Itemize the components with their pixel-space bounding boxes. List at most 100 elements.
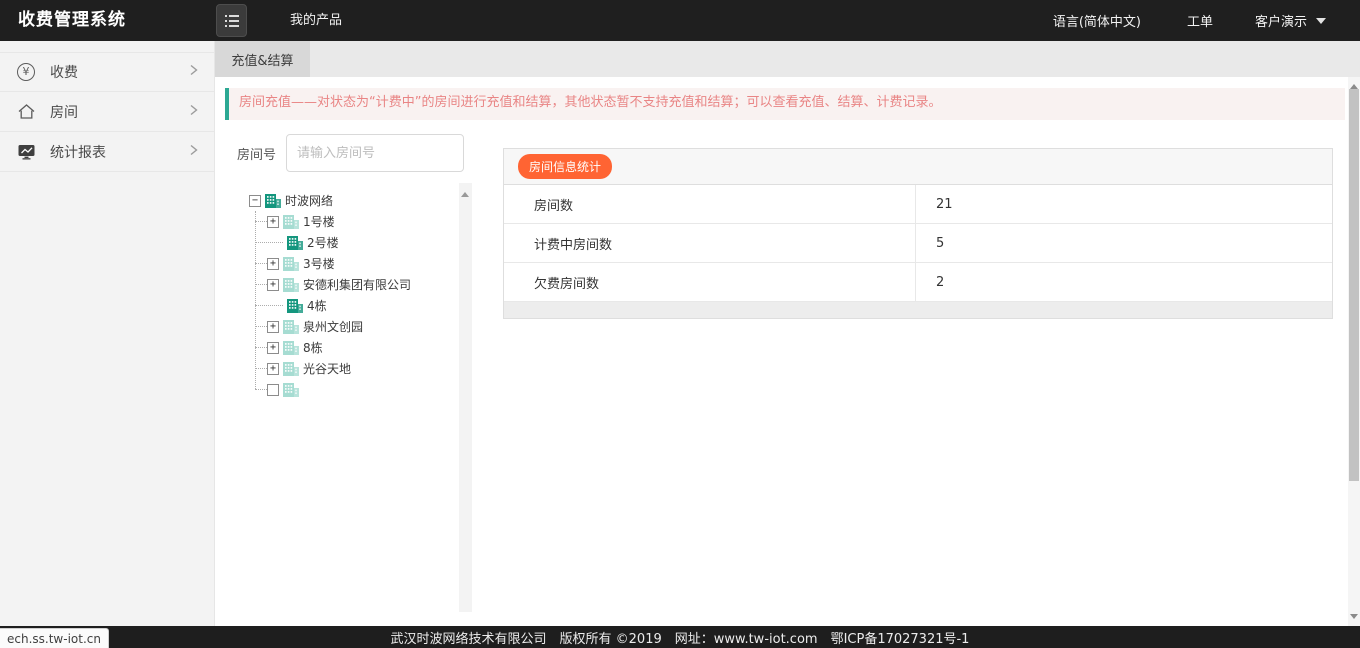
scrollbar-thumb[interactable]: [1349, 89, 1359, 481]
link-status-bubble: ech.ss.tw-iot.cn: [0, 628, 109, 648]
stat-value: 5: [916, 224, 1332, 262]
sidebar-item-reports[interactable]: 统计报表: [0, 132, 214, 172]
tree-expand-toggle[interactable]: +: [267, 342, 279, 354]
scroll-up-icon[interactable]: [1350, 80, 1358, 89]
tree-node-label[interactable]: 时波网络: [285, 192, 333, 209]
account-name: 客户演示: [1255, 11, 1307, 30]
tabbar: 充值&结算: [215, 41, 1360, 77]
tree-node[interactable]: + 3号楼: [237, 253, 472, 274]
tree-node-label[interactable]: 泉州文创园: [303, 318, 363, 335]
tree-node-label[interactable]: 1号楼: [303, 213, 335, 230]
list-icon: [225, 20, 239, 22]
list-icon: [225, 25, 239, 27]
building-icon: [265, 193, 282, 208]
stat-label: 欠费房间数: [504, 263, 916, 301]
chevron-right-icon: [189, 144, 199, 160]
tree-node-label[interactable]: 光谷天地: [303, 360, 351, 377]
tree-expand-toggle[interactable]: +: [267, 321, 279, 333]
sidebar-item-label: 收费: [50, 62, 78, 82]
tree-expand-toggle[interactable]: +: [267, 216, 279, 228]
chevron-right-icon: [189, 104, 199, 120]
tree-connector-line: [255, 389, 267, 390]
yen-circle-icon: ¥: [15, 63, 37, 81]
tree-connector-line: [255, 263, 267, 264]
list-icon: [225, 15, 239, 17]
tree-node[interactable]: + 1号楼: [237, 211, 472, 232]
tree-node-root[interactable]: − 时波网络: [237, 190, 472, 211]
building-tree-panel: − 时波网络 + 1号楼 2号楼: [237, 183, 472, 612]
stat-value: 21: [916, 185, 1332, 223]
tree-connector-line: [255, 242, 283, 243]
topbar: 收费管理系统 我的产品 语言(简体中文) 工单 客户演示: [0, 0, 1360, 41]
tree-node-label[interactable]: 安德利集团有限公司: [303, 276, 411, 293]
room-stats-badge: 房间信息统计: [518, 154, 612, 179]
scroll-up-icon[interactable]: [461, 188, 469, 197]
tree-expand-toggle[interactable]: [267, 384, 279, 396]
tree-expand-toggle[interactable]: +: [267, 258, 279, 270]
tree-node[interactable]: + 8栋: [237, 337, 472, 358]
room-search-row: 房间号: [237, 134, 464, 172]
sidebar-toggle-button[interactable]: [216, 4, 247, 37]
tree-connector-line: [255, 368, 267, 369]
chart-board-icon: [15, 144, 37, 160]
tree-collapse-toggle[interactable]: −: [249, 195, 261, 207]
tree-expand-toggle[interactable]: +: [267, 363, 279, 375]
sidebar-item-label: 房间: [50, 102, 78, 122]
room-number-label: 房间号: [237, 144, 276, 163]
table-row: 房间数 21: [504, 185, 1332, 224]
tree-node-label[interactable]: 2号楼: [307, 234, 339, 251]
scroll-down-icon[interactable]: [1350, 614, 1358, 623]
building-icon: [283, 214, 300, 229]
building-icon: [283, 256, 300, 271]
tab-recharge-settlement[interactable]: 充值&结算: [215, 41, 310, 77]
building-icon: [283, 340, 300, 355]
table-row: 计费中房间数 5: [504, 224, 1332, 263]
tree-connector-line: [255, 347, 267, 348]
sidebar-item-rooms[interactable]: 房间: [0, 92, 214, 132]
main-content: 房间充值——对状态为“计费中”的房间进行充值和结算，其他状态暂不支持充值和结算；…: [215, 77, 1360, 626]
tree-node[interactable]: + 安德利集团有限公司: [237, 274, 472, 295]
table-row: 欠费房间数 2: [504, 263, 1332, 302]
chevron-right-icon: [189, 64, 199, 80]
building-icon: [283, 382, 300, 397]
stat-label: 房间数: [504, 185, 916, 223]
tree-connector-line: [255, 326, 267, 327]
home-icon: [15, 103, 37, 120]
building-icon: [283, 361, 300, 376]
tree-node-label[interactable]: 8栋: [303, 339, 323, 356]
stat-value: 2: [916, 263, 1332, 301]
tree-node[interactable]: 2号楼: [237, 232, 472, 253]
sidebar: ¥ 收费 房间 统计报表: [0, 41, 215, 626]
building-icon: [283, 277, 300, 292]
tree-node[interactable]: 4栋: [237, 295, 472, 316]
tree-node[interactable]: + 光谷天地: [237, 358, 472, 379]
info-alert: 房间充值——对状态为“计费中”的房间进行充值和结算，其他状态暂不支持充值和结算；…: [225, 88, 1345, 120]
building-icon: [283, 319, 300, 334]
page-footer: 武汉时波网络技术有限公司 版权所有 ©2019 网址：www.tw-iot.co…: [0, 626, 1360, 648]
sidebar-item-charges[interactable]: ¥ 收费: [0, 52, 214, 92]
app-title: 收费管理系统: [18, 0, 126, 41]
tree-node-label[interactable]: 4栋: [307, 297, 327, 314]
sidebar-item-label: 统计报表: [50, 142, 106, 162]
my-products-link[interactable]: 我的产品: [290, 0, 342, 41]
tree-node[interactable]: + 泉州文创园: [237, 316, 472, 337]
tree-connector-line: [255, 221, 267, 222]
room-stats-panel: 房间信息统计 房间数 21 计费中房间数 5 欠费房间数 2: [503, 148, 1333, 319]
building-icon: [287, 298, 304, 313]
work-order-link[interactable]: 工单: [1187, 11, 1213, 30]
account-menu[interactable]: 客户演示: [1255, 11, 1326, 30]
tree-node[interactable]: [237, 379, 472, 400]
language-menu[interactable]: 语言(简体中文): [1053, 11, 1141, 30]
building-tree: − 时波网络 + 1号楼 2号楼: [237, 183, 472, 400]
tree-connector-line: [255, 284, 267, 285]
caret-down-icon: [1316, 18, 1326, 24]
tree-connector-line: [255, 305, 283, 306]
building-icon: [287, 235, 304, 250]
tree-expand-toggle[interactable]: +: [267, 279, 279, 291]
tree-scrollbar[interactable]: [459, 183, 472, 612]
page-scrollbar[interactable]: [1348, 77, 1360, 626]
room-stats-header: 房间信息统计: [504, 149, 1332, 185]
room-number-input[interactable]: [286, 134, 464, 172]
stat-label: 计费中房间数: [504, 224, 916, 262]
tree-node-label[interactable]: 3号楼: [303, 255, 335, 272]
